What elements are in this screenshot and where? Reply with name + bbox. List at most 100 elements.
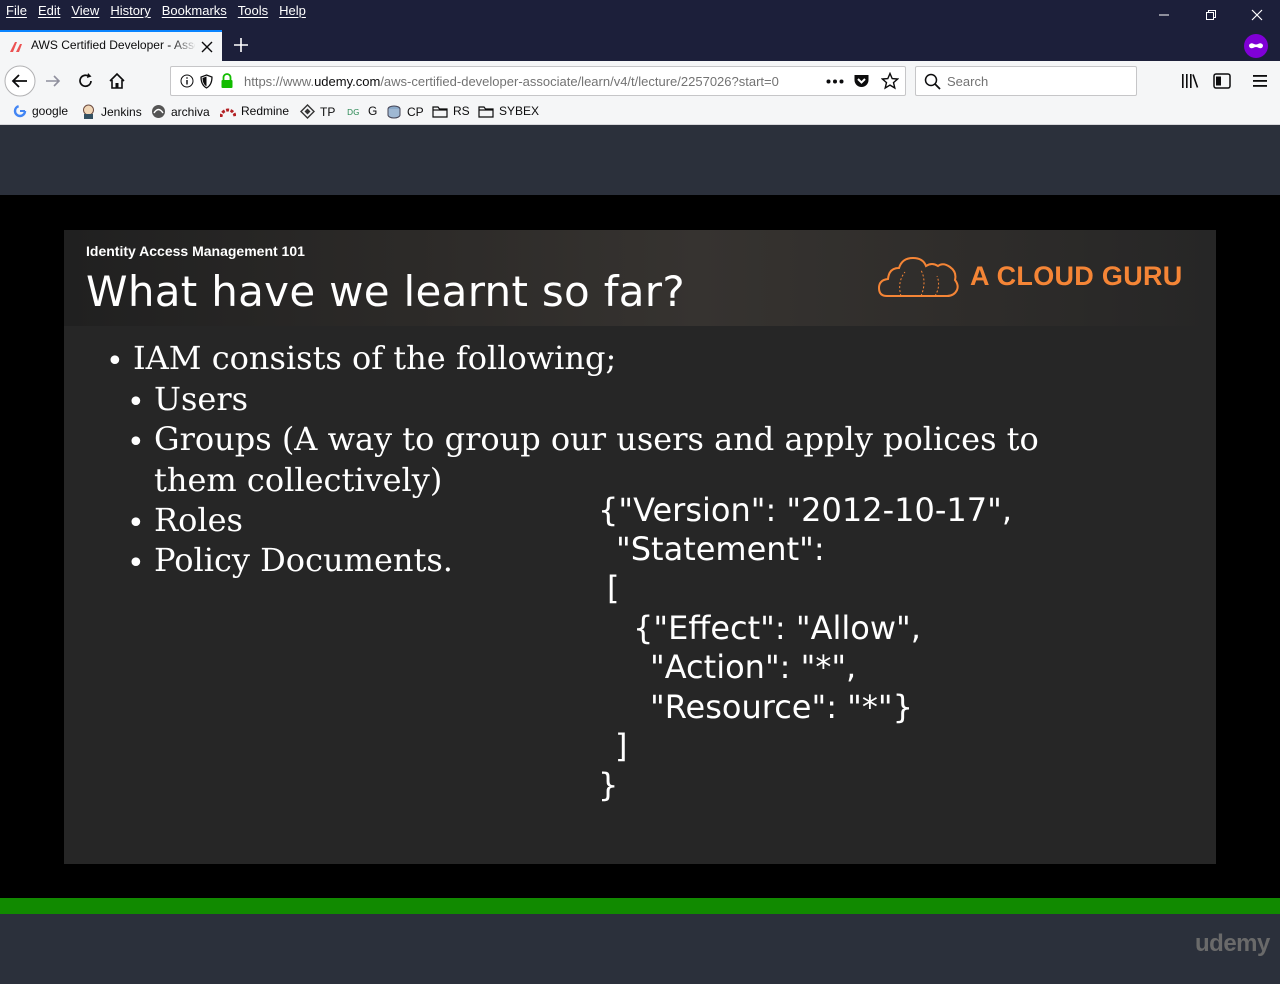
bookmark-google[interactable]: google [13,104,68,118]
lecture-slide: Identity Access Management 101 What have… [64,230,1216,864]
brand-name: A CLOUD GURU [970,261,1183,291]
menu-history[interactable]: History [110,3,150,18]
video-progress-bar[interactable] [0,898,1280,914]
jenkins-icon [83,104,94,119]
slide-heading: What have we learnt so far? [86,267,685,316]
bookmark-star-icon[interactable] [881,72,899,90]
bookmarks-bar: google Jenkins archiva Redmine TP DG G C… [0,101,1280,125]
code-line: "Statement": [616,530,825,568]
bookmark-archiva[interactable]: archiva [151,104,210,119]
pocket-icon[interactable] [853,73,870,90]
search-icon [924,73,941,90]
bookmark-label: archiva [171,104,210,119]
menu-edit[interactable]: Edit [38,3,60,18]
sub-bullet-policy: Policy Documents. [154,541,453,579]
bookmark-label: Jenkins [101,104,142,119]
bullet-dot: • [127,506,145,541]
folder-icon [432,105,448,118]
diamond-icon [300,104,315,119]
page-actions-icon[interactable] [826,79,844,84]
bookmark-label: G [368,104,378,118]
bookmark-rs[interactable]: RS [432,104,470,118]
menu-file[interactable]: File [6,3,27,18]
bookmark-label: RS [453,104,470,118]
url-domain: udemy.com [314,74,381,89]
code-line: [ [607,569,620,607]
cloud-guru-logo-icon [877,256,959,297]
search-placeholder: Search [947,74,989,89]
menu-tools[interactable]: Tools [238,3,268,18]
url-path: /aws-certified-developer-associate/learn… [380,74,779,89]
library-icon[interactable] [1181,73,1199,89]
close-tab-icon[interactable] [201,41,213,53]
close-window-button[interactable] [1234,0,1280,30]
plus-icon [234,38,248,52]
menu-help[interactable]: Help [279,3,306,18]
minimize-icon [1159,14,1169,16]
bookmark-redmine[interactable]: Redmine [220,104,289,118]
code-line: {"Effect": "Allow", [633,609,921,647]
bookmark-tp[interactable]: TP [300,104,335,119]
minimize-button[interactable] [1141,0,1187,30]
bookmark-label: SYBEX [499,104,540,118]
bookmark-sybex[interactable]: SYBEX [478,104,539,118]
sub-bullet-groups-cont: them collectively) [154,461,443,499]
forward-button[interactable] [44,73,62,89]
tab-udemy[interactable]: AWS Certified Developer - Associate [0,30,222,61]
gitlab-icon: DG [347,108,359,117]
sub-bullet-roles: Roles [154,501,243,539]
code-line: } [598,766,619,804]
sub-bullet-users: Users [154,380,249,418]
tab-strip: AWS Certified Developer - Associate [0,30,1280,61]
code-line: ] [615,727,628,765]
cp-icon [387,105,401,119]
tab-title-fade [170,36,198,56]
home-button[interactable] [108,72,126,90]
code-line: "Action": "*", [650,648,857,686]
redmine-icon [220,108,236,117]
bookmark-cp[interactable]: CP [386,104,424,119]
bookmark-label: CP [407,104,424,119]
bookmark-label: google [32,104,69,118]
bookmark-jenkins[interactable]: Jenkins [81,104,142,119]
folder-icon [478,105,494,118]
menu-bookmarks[interactable]: Bookmarks [162,3,227,18]
bullet-dot: • [127,425,145,460]
bookmark-label: TP [320,104,336,119]
menu-view[interactable]: View [71,3,99,18]
bullet-dot: • [127,385,145,420]
navigation-bar: https://www.udemy.com/aws-certified-deve… [0,61,1280,101]
url-prefix: https://www. [244,74,315,89]
url-bar[interactable]: https://www.udemy.com/aws-certified-deve… [170,66,906,96]
info-icon[interactable] [180,74,194,88]
back-button[interactable] [4,65,36,97]
video-player[interactable]: Identity Access Management 101 What have… [0,195,1280,957]
bullet-dot: • [127,546,145,581]
google-icon [13,104,27,118]
new-tab-button[interactable] [229,33,253,57]
slide-subtitle: Identity Access Management 101 [86,243,305,259]
bullet-dot: • [106,344,124,379]
private-browsing-icon [1244,34,1268,58]
bookmark-label: Redmine [241,104,290,118]
bookmark-g[interactable]: DG G [347,104,377,118]
url-text[interactable]: https://www.udemy.com/aws-certified-deve… [244,74,789,89]
close-icon [1251,9,1263,21]
svg-text:DG: DG [347,108,359,117]
restore-icon [1206,10,1216,20]
video-progress-fill [0,898,1280,914]
sub-bullet-groups: Groups (A way to group our users and app… [154,420,1039,458]
reload-button[interactable] [77,72,95,90]
page-content: Identity Access Management 101 What have… [0,125,1280,984]
search-bar[interactable]: Search [915,66,1137,96]
slide-header: Identity Access Management 101 What have… [64,230,1216,326]
bullet-main: IAM consists of the following; [133,339,617,377]
tracking-shield-icon[interactable] [200,74,213,89]
sidebar-icon[interactable] [1213,73,1231,89]
udemy-favicon-icon [10,42,22,52]
udemy-watermark: udemy [1195,930,1270,957]
restore-button[interactable] [1188,0,1234,30]
lock-icon[interactable] [220,73,234,89]
hamburger-menu-icon[interactable] [1253,74,1267,88]
archiva-icon [152,105,165,118]
